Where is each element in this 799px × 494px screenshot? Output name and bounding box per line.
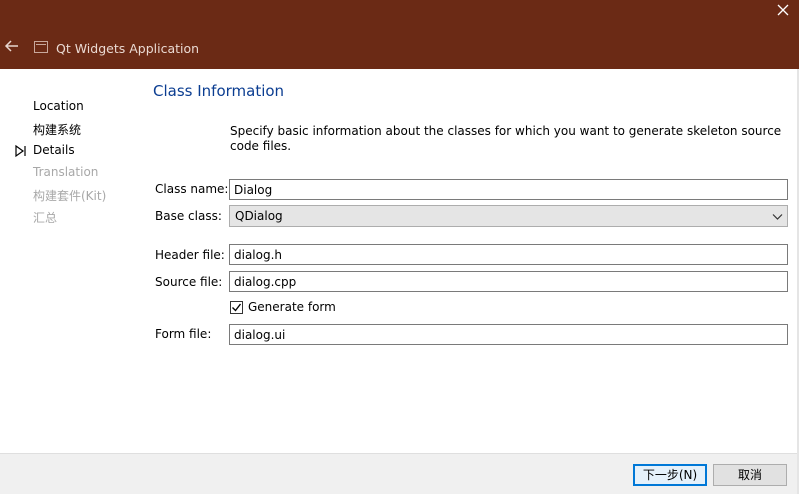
window-title: Qt Widgets Application bbox=[56, 41, 200, 56]
class-name-value: Dialog bbox=[234, 183, 273, 197]
back-arrow-icon bbox=[4, 40, 18, 52]
current-step-arrow-icon bbox=[15, 144, 26, 158]
sidebar-item-build-system: 构建系统 bbox=[33, 123, 82, 137]
next-button[interactable]: 下一步(N) bbox=[633, 464, 707, 486]
generate-form-label[interactable]: Generate form bbox=[248, 300, 336, 314]
header-file-value: dialog.h bbox=[234, 248, 283, 262]
header-file-input[interactable]: dialog.h bbox=[229, 244, 788, 265]
page-title: Class Information bbox=[153, 82, 285, 100]
sidebar-item-location: Location bbox=[33, 99, 84, 113]
base-class-label: Base class: bbox=[155, 209, 222, 223]
base-class-value: QDialog bbox=[235, 209, 283, 223]
source-file-input[interactable]: dialog.cpp bbox=[229, 271, 788, 292]
close-icon bbox=[777, 4, 789, 16]
header-file-label: Header file: bbox=[155, 248, 225, 262]
back-button[interactable] bbox=[2, 36, 22, 56]
checkmark-icon bbox=[232, 303, 242, 312]
form-file-input[interactable]: dialog.ui bbox=[229, 324, 788, 345]
form-file-label: Form file: bbox=[155, 327, 212, 341]
chevron-down-icon bbox=[772, 214, 783, 220]
close-button[interactable] bbox=[768, 0, 799, 22]
form-file-value: dialog.ui bbox=[234, 328, 286, 342]
class-name-label: Class name: bbox=[155, 182, 229, 196]
wizard-footer: 下一步(N) 取消 bbox=[0, 453, 797, 494]
app-window-icon bbox=[34, 41, 48, 53]
class-name-input[interactable]: Dialog bbox=[229, 179, 788, 200]
sidebar-item-translation: Translation bbox=[33, 165, 99, 179]
generate-form-checkbox[interactable] bbox=[230, 301, 243, 314]
page-description: Specify basic information about the clas… bbox=[230, 124, 782, 153]
sidebar-item-summary: 汇总 bbox=[33, 211, 58, 225]
base-class-select[interactable]: QDialog bbox=[229, 205, 788, 227]
cancel-button[interactable]: 取消 bbox=[713, 464, 787, 486]
sidebar-item-details: Details bbox=[33, 143, 75, 157]
source-file-label: Source file: bbox=[155, 275, 223, 289]
title-bar: Qt Widgets Application bbox=[0, 0, 799, 69]
source-file-value: dialog.cpp bbox=[234, 275, 297, 289]
sidebar-item-kit: 构建套件(Kit) bbox=[33, 189, 107, 203]
